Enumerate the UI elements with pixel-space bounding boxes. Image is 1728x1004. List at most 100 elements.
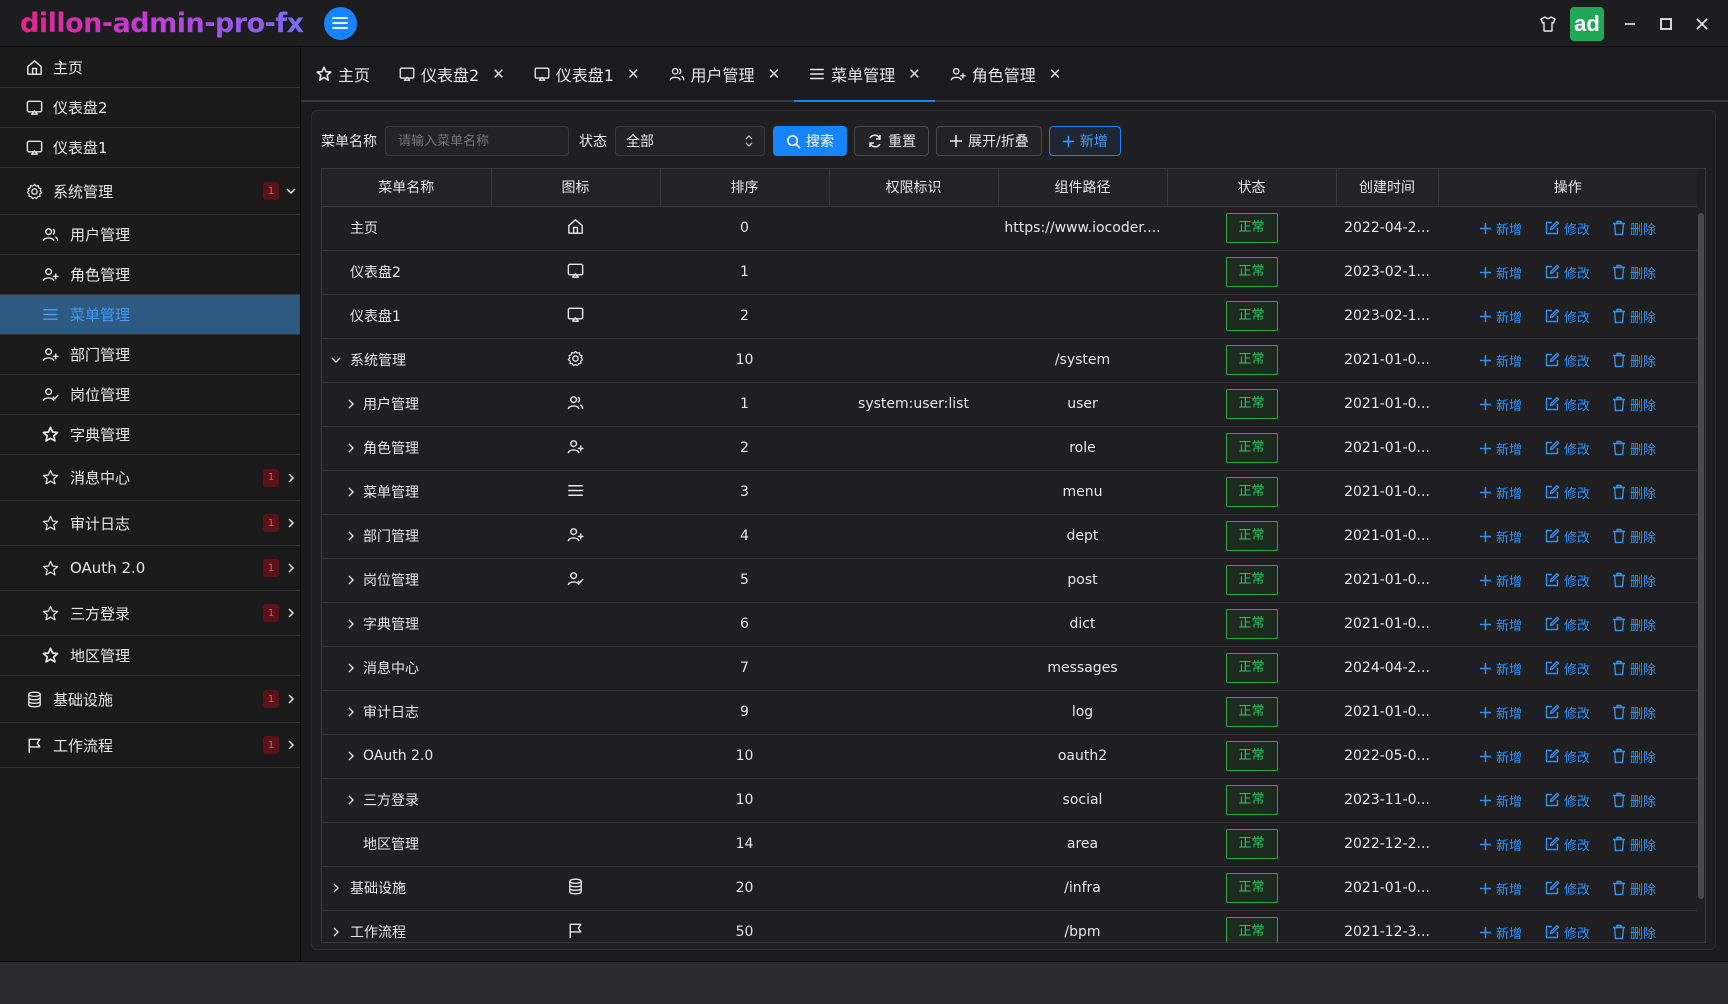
theme-button[interactable] xyxy=(1530,6,1566,42)
row-delete-button[interactable]: 删除 xyxy=(1612,219,1656,238)
table-row[interactable]: 地区管理 14 area 正常 2022-12-2... 新增 修改 删除 xyxy=(322,822,1697,867)
chevron-right-icon[interactable] xyxy=(345,442,357,454)
row-add-button[interactable]: 新增 xyxy=(1479,923,1522,942)
maximize-button[interactable] xyxy=(1648,6,1684,42)
row-delete-button[interactable]: 删除 xyxy=(1612,923,1656,942)
chevron-right-icon[interactable] xyxy=(345,794,357,806)
sidebar-item[interactable]: 菜单管理 xyxy=(0,295,300,335)
row-add-button[interactable]: 新增 xyxy=(1479,395,1522,414)
chevron-right-icon[interactable] xyxy=(345,662,357,674)
table-row[interactable]: 系统管理 10/system 正常 2021-01-0... 新增 修改 删除 xyxy=(322,338,1697,383)
table-row[interactable]: 角色管理 2 role 正常 2021-01-0... 新增 修改 删除 xyxy=(322,426,1697,471)
sidebar-item[interactable]: 岗位管理 xyxy=(0,375,300,415)
table-row[interactable]: 用户管理 1 system:user:list user 正常 2021-01-0... 新… xyxy=(322,382,1697,427)
row-add-button[interactable]: 新增 xyxy=(1479,439,1522,458)
row-add-button[interactable]: 新增 xyxy=(1479,615,1522,634)
row-edit-button[interactable]: 修改 xyxy=(1544,263,1590,282)
row-add-button[interactable]: 新增 xyxy=(1479,571,1522,590)
row-delete-button[interactable]: 删除 xyxy=(1612,571,1656,590)
chevron-right-icon[interactable] xyxy=(285,517,297,529)
tab[interactable]: 主页 xyxy=(301,47,384,100)
row-delete-button[interactable]: 删除 xyxy=(1612,659,1656,678)
row-add-button[interactable]: 新增 xyxy=(1479,351,1522,370)
status-select[interactable]: 全部 xyxy=(615,126,765,156)
table-scrollbar[interactable] xyxy=(1697,207,1705,942)
chevron-right-icon[interactable] xyxy=(285,739,297,751)
tab[interactable]: 仪表盘2 ✕ xyxy=(384,47,519,100)
row-edit-button[interactable]: 修改 xyxy=(1544,219,1590,238)
table-row[interactable]: 岗位管理 5 post 正常 2021-01-0... 新增 修改 删除 xyxy=(322,558,1697,603)
row-edit-button[interactable]: 修改 xyxy=(1544,527,1590,546)
column-header[interactable]: 权限标识 xyxy=(829,169,999,207)
row-add-button[interactable]: 新增 xyxy=(1479,527,1522,546)
sidebar-toggle-button[interactable] xyxy=(323,6,357,40)
table-row[interactable]: 部门管理 4 dept 正常 2021-01-0... 新增 修改 删除 xyxy=(322,514,1697,559)
row-edit-button[interactable]: 修改 xyxy=(1544,923,1590,942)
tab[interactable]: 仪表盘1 ✕ xyxy=(519,47,654,100)
sidebar-item[interactable]: 仪表盘2 xyxy=(0,88,300,128)
column-header[interactable]: 图标 xyxy=(491,169,661,207)
table-row[interactable]: 消息中心 7 messages 正常 2024-04-2... 新增 修改 删除 xyxy=(322,646,1697,691)
sidebar-item[interactable]: 部门管理 xyxy=(0,335,300,375)
row-delete-button[interactable]: 删除 xyxy=(1612,439,1656,458)
chevron-right-icon[interactable] xyxy=(345,530,357,542)
tab-close-icon[interactable]: ✕ xyxy=(492,65,505,83)
table-row[interactable]: 审计日志 9 log 正常 2021-01-0... 新增 修改 删除 xyxy=(322,690,1697,735)
column-header[interactable]: 排序 xyxy=(660,169,830,207)
row-edit-button[interactable]: 修改 xyxy=(1544,747,1590,766)
row-add-button[interactable]: 新增 xyxy=(1479,263,1522,282)
sidebar-item[interactable]: 主页 xyxy=(0,47,300,88)
row-delete-button[interactable]: 删除 xyxy=(1612,835,1656,854)
row-delete-button[interactable]: 删除 xyxy=(1612,791,1656,810)
row-delete-button[interactable]: 删除 xyxy=(1612,351,1656,370)
sidebar-item[interactable]: 用户管理 xyxy=(0,215,300,255)
chevron-right-icon[interactable] xyxy=(345,398,357,410)
close-window-button[interactable] xyxy=(1684,6,1720,42)
row-add-button[interactable]: 新增 xyxy=(1479,835,1522,854)
table-scrollbar-thumb[interactable] xyxy=(1698,213,1704,899)
chevron-right-icon[interactable] xyxy=(345,574,357,586)
tab[interactable]: 角色管理 ✕ xyxy=(935,47,1076,100)
column-header[interactable]: 操作 xyxy=(1438,169,1697,207)
row-delete-button[interactable]: 删除 xyxy=(1612,395,1656,414)
chevron-right-icon[interactable] xyxy=(285,562,297,574)
table-row[interactable]: 工作流程 50/bpm 正常 2021-12-3... 新增 修改 删除 xyxy=(322,910,1697,942)
row-add-button[interactable]: 新增 xyxy=(1479,791,1522,810)
row-delete-button[interactable]: 删除 xyxy=(1612,527,1656,546)
row-add-button[interactable]: 新增 xyxy=(1479,219,1522,238)
sidebar-item[interactable]: 审计日志 1 xyxy=(0,501,300,546)
row-add-button[interactable]: 新增 xyxy=(1479,307,1522,326)
row-delete-button[interactable]: 删除 xyxy=(1612,263,1656,282)
row-edit-button[interactable]: 修改 xyxy=(1544,791,1590,810)
menu-name-input[interactable] xyxy=(385,126,569,156)
table-row[interactable]: OAuth 2.0 10 oauth2 正常 2022-05-0... 新增 修改 删除 xyxy=(322,734,1697,779)
chevron-right-icon[interactable] xyxy=(285,693,297,705)
expand-collapse-button[interactable]: 展开/折叠 xyxy=(936,126,1042,156)
chevron-right-icon[interactable] xyxy=(345,706,357,718)
sidebar-item[interactable]: 基础设施 1 xyxy=(0,676,300,723)
row-edit-button[interactable]: 修改 xyxy=(1544,835,1590,854)
tab-close-icon[interactable]: ✕ xyxy=(1049,65,1062,83)
chevron-right-icon[interactable] xyxy=(345,750,357,762)
row-add-button[interactable]: 新增 xyxy=(1479,879,1522,898)
chevron-right-icon[interactable] xyxy=(285,472,297,484)
sidebar-item[interactable]: 字典管理 xyxy=(0,415,300,455)
avatar[interactable]: ad xyxy=(1570,6,1604,41)
row-edit-button[interactable]: 修改 xyxy=(1544,439,1590,458)
chevron-right-icon[interactable] xyxy=(330,882,342,894)
row-edit-button[interactable]: 修改 xyxy=(1544,571,1590,590)
tab-close-icon[interactable]: ✕ xyxy=(627,65,640,83)
table-row[interactable]: 字典管理 6 dict 正常 2021-01-0... 新增 修改 删除 xyxy=(322,602,1697,647)
row-delete-button[interactable]: 删除 xyxy=(1612,879,1656,898)
chevron-right-icon[interactable] xyxy=(285,607,297,619)
add-menu-button[interactable]: 新增 xyxy=(1048,126,1121,156)
sidebar-item[interactable]: 地区管理 xyxy=(0,636,300,676)
row-edit-button[interactable]: 修改 xyxy=(1544,703,1590,722)
tab-close-icon[interactable]: ✕ xyxy=(908,65,921,83)
table-row[interactable]: 基础设施 20/infra 正常 2021-01-0... 新增 修改 删除 xyxy=(322,866,1697,911)
row-edit-button[interactable]: 修改 xyxy=(1544,483,1590,502)
reset-button[interactable]: 重置 xyxy=(854,126,929,156)
row-edit-button[interactable]: 修改 xyxy=(1544,351,1590,370)
sidebar-item[interactable]: 系统管理 1 xyxy=(0,168,300,215)
table-row[interactable]: 主页 0 https://www.iocoder.... 正常 2022-04-2...… xyxy=(322,206,1697,251)
